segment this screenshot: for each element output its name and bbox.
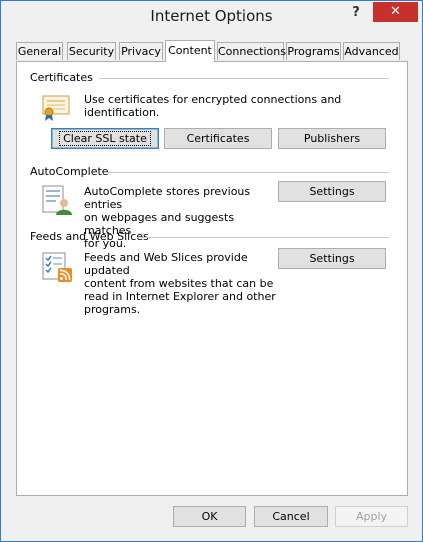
title-bar[interactable]: Internet Options ? ✕ [1,1,422,33]
tab-general[interactable]: General [16,42,63,60]
tab-programs[interactable]: Programs [286,42,341,60]
feeds-rss-icon [42,252,72,282]
autocomplete-settings-button[interactable]: Settings [278,181,386,202]
publishers-button[interactable]: Publishers [278,128,386,149]
cancel-button[interactable]: Cancel [254,506,328,527]
apply-button[interactable]: Apply [335,506,408,527]
content-tab-panel: Certificates Use certificates for encryp… [16,61,408,496]
certificates-divider [99,78,389,79]
autocomplete-divider [104,172,389,173]
feeds-settings-button[interactable]: Settings [278,248,386,269]
autocomplete-form-icon [42,185,72,215]
feeds-description-line-2: content from websites that can be [84,277,274,290]
autocomplete-description-line-1: AutoComplete stores previous entries [84,185,251,211]
tab-privacy[interactable]: Privacy [119,42,163,60]
tab-connections[interactable]: Connections [217,42,286,60]
autocomplete-heading: AutoComplete [30,165,109,178]
close-button[interactable]: ✕ [373,2,418,22]
feeds-description-line-1: Feeds and Web Slices provide updated [84,251,248,277]
help-button[interactable]: ? [345,3,367,23]
feeds-heading: Feeds and Web Slices [30,230,149,243]
tab-security[interactable]: Security [67,42,116,60]
dialog-button-bar: OK Cancel Apply [1,496,422,541]
feeds-description: Feeds and Web Slices provide updated con… [84,251,284,316]
certificates-heading: Certificates [30,71,93,84]
certificates-button[interactable]: Certificates [164,128,272,149]
certificate-icon [42,95,70,121]
clear-ssl-state-button[interactable]: Clear SSL state [51,128,159,149]
ok-button[interactable]: OK [173,506,246,527]
tab-content[interactable]: Content [165,40,215,62]
certificates-description: Use certificates for encrypted connectio… [84,93,342,119]
tab-advanced[interactable]: Advanced [343,42,400,60]
feeds-description-line-4: programs. [84,303,141,316]
feeds-divider [137,237,389,238]
clear-ssl-state-label: Clear SSL state [59,131,151,146]
internet-options-dialog: Internet Options ? ✕ General Security Pr… [0,0,423,542]
feeds-description-line-3: read in Internet Explorer and other [84,290,276,303]
